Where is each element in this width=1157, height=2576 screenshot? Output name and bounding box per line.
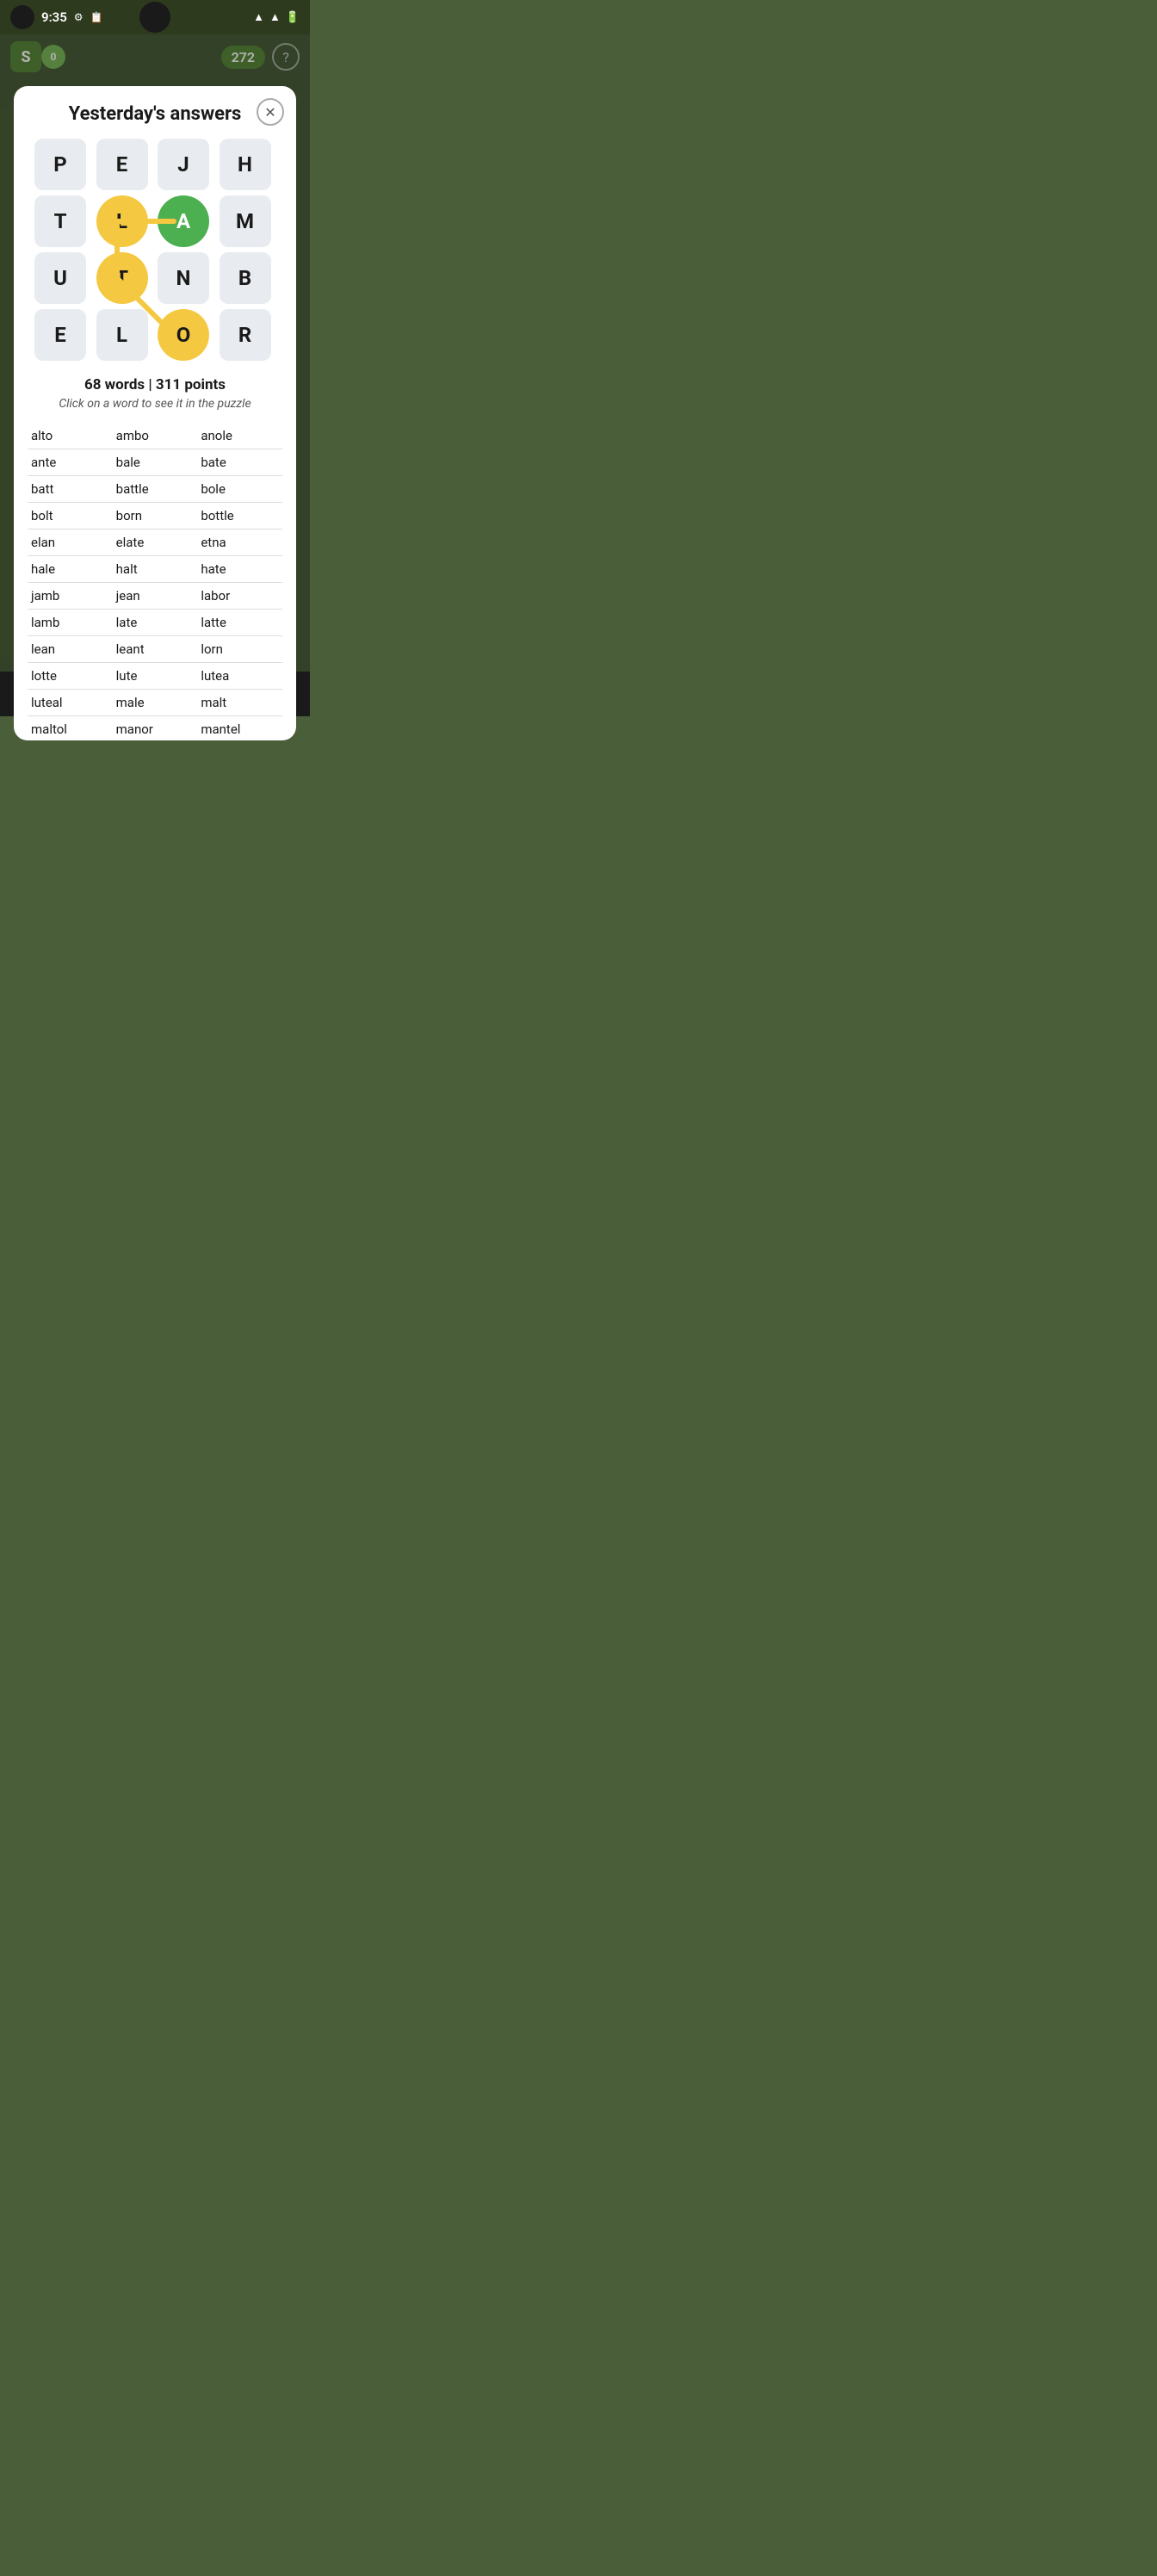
- letter-cell-H: H: [220, 139, 271, 190]
- modal-title: Yesterday's answers: [28, 103, 282, 125]
- notch-circle: [139, 2, 170, 33]
- word-item[interactable]: batt: [28, 476, 113, 503]
- answers-modal: ✕ Yesterday's answers P E J H T L A M U …: [14, 86, 296, 740]
- word-item[interactable]: bottle: [197, 503, 282, 529]
- word-item[interactable]: bale: [113, 449, 198, 476]
- word-item[interactable]: hate: [197, 556, 282, 583]
- word-item[interactable]: manor: [113, 716, 198, 740]
- word-item[interactable]: lute: [113, 663, 198, 690]
- camera-circle: [10, 5, 34, 29]
- letter-cell-L-yellow: L: [96, 195, 148, 247]
- word-item[interactable]: battle: [113, 476, 198, 503]
- word-item[interactable]: lamb: [28, 610, 113, 636]
- settings-icon: ⚙: [74, 11, 84, 23]
- word-item[interactable]: male: [113, 690, 198, 716]
- stats-line: 68 words | 311 points: [28, 376, 282, 393]
- word-item[interactable]: latte: [197, 610, 282, 636]
- word-item[interactable]: labor: [197, 583, 282, 610]
- status-bar-center: [139, 2, 170, 33]
- word-item[interactable]: born: [113, 503, 198, 529]
- letter-grid: P E J H T L A M U T N B E L O R: [34, 139, 275, 361]
- word-item[interactable]: ante: [28, 449, 113, 476]
- letter-cell-L2: L: [96, 309, 148, 361]
- modal-close-button[interactable]: ✕: [257, 98, 284, 126]
- word-item[interactable]: hale: [28, 556, 113, 583]
- hint-line: Click on a word to see it in the puzzle: [28, 397, 282, 411]
- letter-cell-E2: E: [34, 309, 86, 361]
- status-bar-left: 9:35 ⚙ 📋: [10, 5, 103, 29]
- word-item[interactable]: bate: [197, 449, 282, 476]
- word-item[interactable]: jamb: [28, 583, 113, 610]
- app-background: S 0 272 ? ✕ Yesterday's answers P E J H …: [0, 34, 310, 672]
- letter-cell-O-yellow: O: [158, 309, 209, 361]
- word-item[interactable]: mantel: [197, 716, 282, 740]
- word-list: altoamboanoleantebalebatebattbattleboleb…: [28, 423, 282, 740]
- letter-cell-R: R: [220, 309, 271, 361]
- word-item[interactable]: bole: [197, 476, 282, 503]
- battery-icon: 🔋: [286, 11, 300, 24]
- close-icon: ✕: [264, 104, 275, 121]
- word-item[interactable]: halt: [113, 556, 198, 583]
- letter-cell-U: U: [34, 252, 86, 304]
- word-item[interactable]: bolt: [28, 503, 113, 529]
- wifi-icon: ▲: [253, 10, 264, 24]
- letter-cell-T2-yellow: T: [96, 252, 148, 304]
- word-item[interactable]: leant: [113, 636, 198, 663]
- clipboard-icon: 📋: [90, 11, 103, 23]
- word-item[interactable]: ambo: [113, 423, 198, 449]
- word-item[interactable]: anole: [197, 423, 282, 449]
- letter-cell-N: N: [158, 252, 209, 304]
- signal-icon: ▲: [269, 10, 281, 24]
- letter-cell-J: J: [158, 139, 209, 190]
- word-item[interactable]: malt: [197, 690, 282, 716]
- word-item[interactable]: etna: [197, 529, 282, 556]
- word-item[interactable]: luteal: [28, 690, 113, 716]
- letter-cell-P: P: [34, 139, 86, 190]
- word-item[interactable]: lean: [28, 636, 113, 663]
- letter-cell-E: E: [96, 139, 148, 190]
- word-item[interactable]: maltol: [28, 716, 113, 740]
- status-time: 9:35: [41, 9, 67, 25]
- letter-cell-T1: T: [34, 195, 86, 247]
- word-item[interactable]: late: [113, 610, 198, 636]
- status-bar: 9:35 ⚙ 📋 ▲ ▲ 🔋: [0, 0, 310, 34]
- word-item[interactable]: elan: [28, 529, 113, 556]
- letter-cell-M: M: [220, 195, 271, 247]
- word-item[interactable]: lorn: [197, 636, 282, 663]
- word-item[interactable]: elate: [113, 529, 198, 556]
- word-item[interactable]: alto: [28, 423, 113, 449]
- letter-cell-A-green: A: [158, 195, 209, 247]
- word-item[interactable]: lutea: [197, 663, 282, 690]
- word-item[interactable]: jean: [113, 583, 198, 610]
- status-bar-right: ▲ ▲ 🔋: [253, 10, 300, 24]
- word-item[interactable]: lotte: [28, 663, 113, 690]
- letter-cell-B: B: [220, 252, 271, 304]
